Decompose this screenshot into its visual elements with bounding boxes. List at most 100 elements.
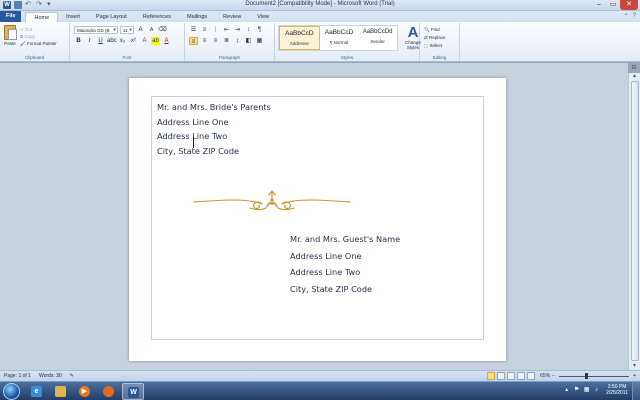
highlight-icon[interactable]: ab xyxy=(151,37,160,45)
sender-line: Address Line Two xyxy=(157,131,228,142)
zoom-in-button[interactable]: + xyxy=(633,373,636,379)
scrollbar-thumb[interactable] xyxy=(631,81,639,361)
tab-mailings[interactable]: Mailings xyxy=(179,12,215,22)
font-color-icon[interactable]: A xyxy=(162,37,171,45)
maximize-button[interactable]: ▭ xyxy=(606,0,620,10)
flag-icon[interactable]: ⚑ xyxy=(573,387,580,394)
bold-button[interactable]: B xyxy=(74,37,83,45)
font-size-select[interactable]: 11 xyxy=(120,26,134,34)
replace-icon: ⇄ xyxy=(424,35,428,40)
tab-insert[interactable]: Insert xyxy=(58,12,88,22)
start-button[interactable] xyxy=(3,383,20,400)
borders-icon[interactable]: ▦ xyxy=(255,37,264,45)
word-count[interactable]: Words: 30 xyxy=(39,373,62,379)
tab-file[interactable]: File xyxy=(0,11,22,22)
clock-date: 2/25/2011 xyxy=(606,390,628,396)
volume-icon[interactable]: ♪ xyxy=(593,387,600,394)
bullets-icon[interactable]: ☰ xyxy=(189,26,198,34)
taskbar-word[interactable]: W xyxy=(122,383,144,400)
document-page[interactable]: Mr. and Mrs. Bride's Parents Address Lin… xyxy=(129,78,506,361)
zoom-slider-knob[interactable] xyxy=(585,373,589,379)
replace-button[interactable]: ⇄ Replace xyxy=(424,34,446,42)
show-formatting-button[interactable]: ¶ xyxy=(255,26,264,34)
proofing-icon[interactable]: ✎ xyxy=(70,373,74,379)
taskbar-firefox[interactable] xyxy=(98,383,120,400)
align-left-icon[interactable]: ≡ xyxy=(189,37,198,45)
align-right-icon[interactable]: ≡ xyxy=(211,37,220,45)
show-hidden-icons-icon[interactable]: ▴ xyxy=(563,387,570,394)
tab-page-layout[interactable]: Page Layout xyxy=(88,12,135,22)
italic-button[interactable]: I xyxy=(85,37,94,45)
font-name-select[interactable]: Maiandra GD (B xyxy=(74,26,118,34)
shrink-font-button[interactable]: A xyxy=(147,26,156,34)
copy-button[interactable]: ⧉ Copy xyxy=(20,33,57,40)
zoom-level[interactable]: 65% xyxy=(540,373,550,379)
minimize-ribbon-icon[interactable]: ⌃ xyxy=(624,13,629,20)
style-addressee[interactable]: AaBbCcD Addresse xyxy=(279,26,320,50)
zoom-slider[interactable] xyxy=(559,372,630,380)
underline-button[interactable]: U xyxy=(96,37,105,45)
i-beam-cursor xyxy=(193,137,194,148)
taskbar-media-player[interactable]: ▶ xyxy=(74,383,96,400)
numbering-icon[interactable]: ≡ xyxy=(200,26,209,34)
network-icon[interactable]: ▦ xyxy=(583,387,590,394)
grow-font-button[interactable]: A xyxy=(136,26,145,34)
select-button[interactable]: ⬚ Select xyxy=(424,42,446,50)
increase-indent-icon[interactable]: ⇥ xyxy=(233,26,242,34)
scroll-down-icon[interactable]: ▼ xyxy=(629,363,640,370)
full-screen-reading-button[interactable] xyxy=(497,372,506,380)
clock[interactable]: 3:50 PM 2/25/2011 xyxy=(606,384,628,396)
style-normal[interactable]: AaBbCcD ¶ Normal xyxy=(320,26,359,50)
select-icon: ⬚ xyxy=(424,43,429,48)
zoom-out-button[interactable]: − xyxy=(552,373,555,379)
clipboard-label: Clipboard xyxy=(24,55,45,60)
draft-view-button[interactable] xyxy=(527,372,536,380)
paste-button[interactable]: Paste xyxy=(3,25,17,46)
tab-review[interactable]: Review xyxy=(215,12,249,22)
superscript-icon[interactable]: x² xyxy=(129,37,138,45)
sender-line: Mr. and Mrs. Bride's Parents xyxy=(157,102,271,112)
cut-button[interactable]: ✂ Cut xyxy=(20,26,57,33)
recipient-line: Mr. and Mrs. Guest's Name xyxy=(290,234,401,244)
subscript-icon[interactable]: x₂ xyxy=(118,37,127,45)
tab-references[interactable]: References xyxy=(135,12,179,22)
minimize-button[interactable]: – xyxy=(592,0,606,10)
multilevel-list-icon[interactable]: ⋮ xyxy=(211,26,220,34)
decrease-indent-icon[interactable]: ⇤ xyxy=(222,26,231,34)
outline-view-button[interactable] xyxy=(517,372,526,380)
page-count[interactable]: Page: 1 of 1 xyxy=(4,373,31,379)
style-sender[interactable]: AaBbCcDd Sender xyxy=(358,26,397,50)
print-layout-view-button[interactable] xyxy=(487,372,496,380)
view-ruler-icon[interactable]: ⊟ xyxy=(630,64,638,72)
scroll-up-icon[interactable]: ▲ xyxy=(629,73,640,80)
web-layout-button[interactable] xyxy=(507,372,516,380)
editing-label: Editing xyxy=(432,55,447,60)
title-bar: W ↶ ↷ ▾ Document2 [Compatibility Mode] -… xyxy=(0,0,640,11)
taskbar-ie[interactable]: e xyxy=(26,383,48,400)
window-title: Document2 [Compatibility Mode] - Microso… xyxy=(245,1,395,7)
clear-format-icon[interactable]: ⌫ xyxy=(158,26,167,34)
media-player-icon: ▶ xyxy=(79,386,90,397)
sender-address[interactable]: Mr. and Mrs. Bride's Parents Address Lin… xyxy=(157,100,271,158)
tab-home[interactable]: Home xyxy=(25,12,59,22)
styles-gallery: AaBbCcD Addresse AaBbCcD ¶ Normal AaBbCc… xyxy=(278,25,398,51)
text-effects-icon[interactable]: A xyxy=(140,37,149,45)
find-button[interactable]: 🔍 Find xyxy=(424,26,446,34)
shading-icon[interactable]: ◧ xyxy=(244,37,253,45)
vertical-scrollbar[interactable]: ▲ ▼ xyxy=(628,73,640,370)
show-desktop-button[interactable] xyxy=(632,382,640,400)
align-center-icon[interactable]: ≡ xyxy=(200,37,209,45)
close-button[interactable]: ✕ xyxy=(620,0,638,10)
sort-icon[interactable]: ↕ xyxy=(244,26,253,34)
strikethrough-icon[interactable]: abc xyxy=(107,37,117,45)
format-painter-button[interactable]: 🖌 Format Painter xyxy=(20,40,57,47)
help-icon[interactable]: ? xyxy=(633,13,636,20)
ribbon: Paste ✂ Cut ⧉ Copy 🖌 Format Painter Clip… xyxy=(0,22,640,62)
firefox-icon xyxy=(103,386,114,397)
sender-line: City, State ZIP Code xyxy=(157,145,240,156)
justify-icon[interactable]: ≣ xyxy=(222,37,231,45)
recipient-address[interactable]: Mr. and Mrs. Guest's Name Address Line O… xyxy=(290,231,400,297)
taskbar-explorer[interactable] xyxy=(50,383,72,400)
tab-view[interactable]: View xyxy=(249,12,277,22)
line-spacing-icon[interactable]: ↨ xyxy=(233,37,242,45)
